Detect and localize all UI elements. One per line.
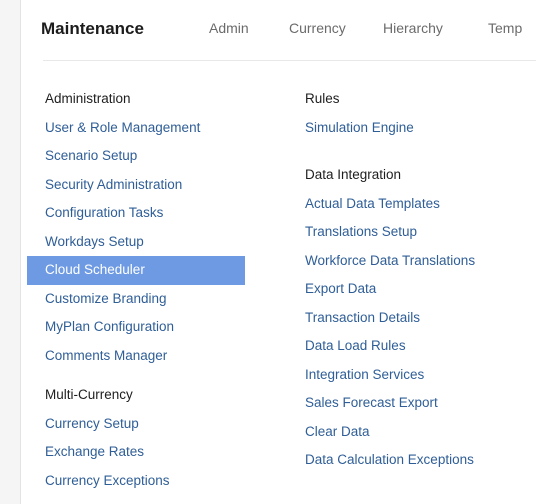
menu-item-workforce-data-translations[interactable]: Workforce Data Translations: [305, 247, 536, 276]
menu-item-cloud-scheduler[interactable]: Cloud Scheduler: [27, 256, 245, 285]
header-divider: [43, 60, 536, 61]
menu-item-currency-exceptions[interactable]: Currency Exceptions: [27, 467, 267, 496]
menu-item-simulation-engine[interactable]: Simulation Engine: [305, 114, 536, 143]
menu-item-user-role-management[interactable]: User & Role Management: [27, 114, 267, 143]
left-column: Administration User & Role Management Sc…: [27, 85, 267, 495]
menu-item-integration-services[interactable]: Integration Services: [305, 361, 536, 390]
menu-item-clear-data[interactable]: Clear Data: [305, 418, 536, 447]
menu-item-comments-manager[interactable]: Comments Manager: [27, 342, 267, 371]
menu-item-customize-branding[interactable]: Customize Branding: [27, 285, 267, 314]
menu-item-sales-forecast-export[interactable]: Sales Forecast Export: [305, 389, 536, 418]
menu-item-data-calculation-exceptions[interactable]: Data Calculation Exceptions: [305, 446, 536, 475]
menu-item-actual-data-templates[interactable]: Actual Data Templates: [305, 190, 536, 219]
menu-item-security-administration[interactable]: Security Administration: [27, 171, 267, 200]
menu-item-scenario-setup[interactable]: Scenario Setup: [27, 142, 267, 171]
tab-admin[interactable]: Admin: [209, 20, 249, 36]
tab-templates[interactable]: Temp: [488, 20, 522, 36]
menu-item-transaction-details[interactable]: Transaction Details: [305, 304, 536, 333]
menu-item-currency-setup[interactable]: Currency Setup: [27, 410, 267, 439]
tab-currency[interactable]: Currency: [289, 20, 346, 36]
tab-hierarchy[interactable]: Hierarchy: [383, 20, 443, 36]
menu-item-translations-setup[interactable]: Translations Setup: [305, 218, 536, 247]
maintenance-panel: Maintenance Admin Currency Hierarchy Tem…: [20, 0, 536, 504]
menu-item-configuration-tasks[interactable]: Configuration Tasks: [27, 199, 267, 228]
menu-item-exchange-rates[interactable]: Exchange Rates: [27, 438, 267, 467]
menu-item-workdays-setup[interactable]: Workdays Setup: [27, 228, 267, 257]
brand-title: Maintenance: [41, 19, 144, 38]
section-heading-multi-currency: Multi-Currency: [45, 387, 133, 402]
menu-item-export-data[interactable]: Export Data: [305, 275, 536, 304]
section-heading-administration: Administration: [45, 91, 131, 106]
menu-item-data-load-rules[interactable]: Data Load Rules: [305, 332, 536, 361]
menu-item-myplan-configuration[interactable]: MyPlan Configuration: [27, 313, 267, 342]
top-nav-bar: Maintenance Admin Currency Hierarchy Tem…: [21, 0, 536, 62]
right-column: Rules Simulation Engine Data Integration…: [305, 85, 536, 475]
section-heading-rules: Rules: [305, 91, 340, 106]
section-heading-data-integration: Data Integration: [305, 167, 402, 182]
page: Maintenance Admin Currency Hierarchy Tem…: [0, 0, 536, 504]
